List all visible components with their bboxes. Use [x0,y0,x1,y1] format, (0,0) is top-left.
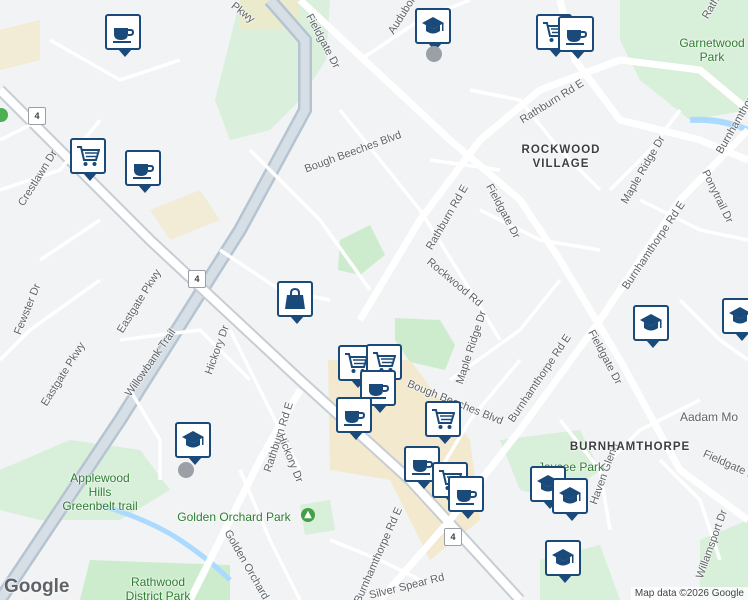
map-marker[interactable] [448,476,484,519]
school-icon [422,17,444,34]
coffee-icon [344,411,366,426]
coffee-icon [113,28,135,43]
school-icon [559,487,581,504]
school-icon [182,431,204,448]
park-label: Applewood Hills Greenbelt trail [62,471,138,513]
shopping-bag-icon [285,287,305,309]
map-marker[interactable] [552,478,588,521]
shopping-cart-icon [77,146,100,166]
park-label: Golden Orchard Park [177,510,291,524]
school-icon [426,46,442,62]
map-marker[interactable] [415,8,451,51]
map-marker[interactable] [105,14,141,57]
school-icon [640,314,662,331]
map-marker[interactable] [175,422,211,465]
park-label: Garnetwood Park [679,36,745,64]
school-icon [729,307,748,324]
coffee-icon [133,164,155,179]
map-marker[interactable] [125,150,161,193]
park-icon: ▲ [301,508,315,522]
map-marker[interactable] [545,540,581,583]
school-icon [178,462,194,478]
map-marker[interactable] [558,16,594,59]
map-marker[interactable] [70,138,106,181]
map-marker[interactable] [722,298,748,341]
route-shield: 4 [444,528,462,546]
park-label: Rathwood District Park [125,575,191,600]
school-icon [552,549,574,566]
map-view[interactable]: Eastgate Pkwy Eastgate Pkwy Pkwy Fieldga… [0,0,748,600]
map-marker[interactable] [277,281,313,324]
shopping-cart-icon [432,409,455,429]
neighborhood-label: ROCKWOOD VILLAGE [521,144,601,170]
neighborhood-label: BURNHAMTHORPE [569,441,691,453]
map-marker[interactable] [425,401,461,444]
map-credit[interactable]: Map data ©2026 Google [630,587,748,600]
map-marker[interactable] [633,305,669,348]
route-shield: 4 [188,270,206,288]
coffee-icon [412,460,434,475]
coffee-icon [456,490,478,505]
coffee-icon [566,30,588,45]
map-marker[interactable] [336,397,372,440]
place-label: Aadam Mo [680,410,739,424]
google-logo: Google [4,576,70,597]
route-shield: 4 [28,107,46,125]
